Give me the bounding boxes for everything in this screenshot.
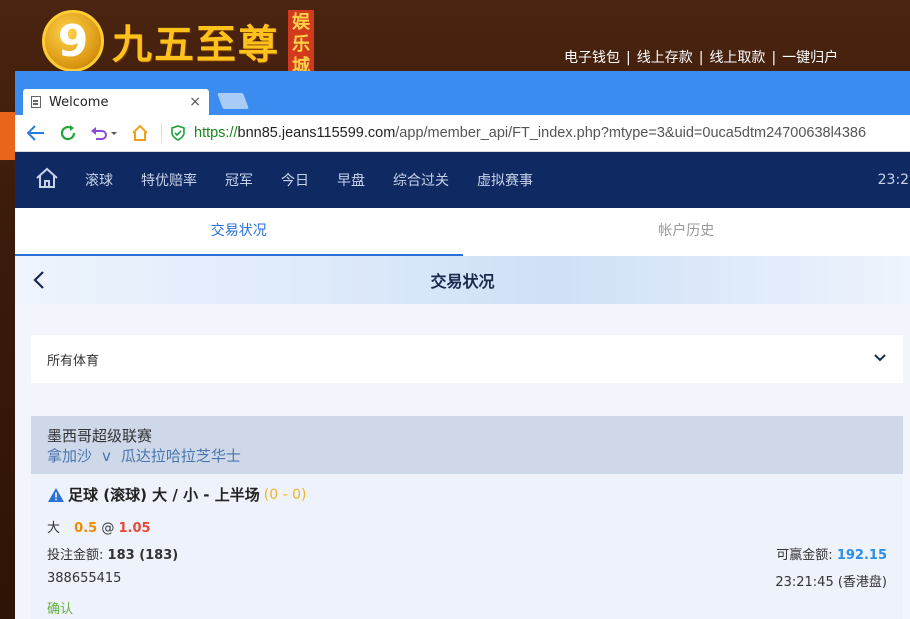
home-icon[interactable] xyxy=(129,122,151,144)
logo-mark: 9 xyxy=(42,10,104,72)
nav-item-early[interactable]: 早盘 xyxy=(337,170,365,190)
link-wallet[interactable]: 电子钱包 xyxy=(564,50,620,66)
url-host: bnn85.jeans115599.com xyxy=(237,125,396,141)
document-icon xyxy=(31,96,41,108)
chevron-down-icon xyxy=(873,352,887,367)
market-label: 足球 (滚球) 大 / 小 - 上半场 xyxy=(68,486,260,504)
nav-item-champion[interactable]: 冠军 xyxy=(225,170,253,190)
sport-filter-select[interactable]: 所有体育 xyxy=(31,335,903,383)
link-withdraw[interactable]: 线上取款 xyxy=(709,50,765,66)
shield-icon[interactable] xyxy=(170,125,186,141)
separator: | xyxy=(626,50,631,66)
logo-side-text: 娱乐城 xyxy=(288,10,314,72)
vs-label: v xyxy=(102,447,111,465)
stake-value: 183 (183) xyxy=(107,548,179,563)
match-teams: 拿加沙 v 瓜达拉哈拉芝华士 xyxy=(47,446,887,467)
logo-text: 九五至尊 xyxy=(112,21,280,68)
main-nav: 滚球 特优赔率 冠军 今日 早盘 综合过关 虚拟赛事 23:22 xyxy=(15,152,910,208)
background-accent xyxy=(0,112,15,160)
separator: | xyxy=(698,50,704,66)
win-label: 可赢金额: xyxy=(776,548,833,563)
top-links: 电子钱包 | 线上存款 | 线上取款 | 一键归户 xyxy=(564,47,838,67)
nav-item-parlay[interactable]: 综合过关 xyxy=(393,170,449,190)
home-team: 拿加沙 xyxy=(47,447,93,465)
page-header: 交易状况 xyxy=(15,256,910,304)
nav-item-live[interactable]: 滚球 xyxy=(85,170,113,190)
status-badge: 确认 xyxy=(47,602,74,617)
filter-value: 所有体育 xyxy=(47,353,100,369)
browser-window: Welcome × https://bnn85.jeans115599.com/… xyxy=(15,71,910,619)
url-path: /app/member_api/FT_index.php?mtype=3&uid… xyxy=(395,125,867,141)
bet-time: 23:21:45 (香港盘) xyxy=(775,575,887,590)
chevron-left-icon[interactable] xyxy=(33,270,45,294)
url-scheme: https:// xyxy=(194,125,238,141)
site-logo[interactable]: 9 九五至尊 娱乐城 xyxy=(42,10,314,72)
bet-market: 足球 (滚球) 大 / 小 - 上半场 (0 - 0) xyxy=(47,484,887,505)
sub-tabs: 交易状况 帐户历史 xyxy=(15,208,910,256)
league-header: 墨西哥超级联赛 拿加沙 v 瓜达拉哈拉芝华士 xyxy=(31,416,903,474)
url-field[interactable]: https://bnn85.jeans115599.com/app/member… xyxy=(194,125,866,141)
tab-bar: Welcome × xyxy=(15,71,910,115)
match-score: (0 - 0) xyxy=(263,486,307,503)
tab-account-history[interactable]: 帐户历史 xyxy=(463,208,910,256)
tab-transactions[interactable]: 交易状况 xyxy=(15,208,463,256)
nav-item-virtual[interactable]: 虚拟赛事 xyxy=(477,170,533,190)
bet-card: 足球 (滚球) 大 / 小 - 上半场 (0 - 0) 大 0.5 @ 1.05… xyxy=(31,474,903,619)
address-bar: https://bnn85.jeans115599.com/app/member… xyxy=(15,115,910,152)
handicap-line: 0.5 xyxy=(74,521,98,536)
nav-item-today[interactable]: 今日 xyxy=(281,170,309,190)
selection-label: 大 xyxy=(47,521,61,536)
league-name: 墨西哥超级联赛 xyxy=(47,427,153,445)
win-value: 192.15 xyxy=(836,548,887,563)
stake-label: 投注金额: xyxy=(47,548,104,563)
home-nav-icon[interactable] xyxy=(35,166,61,194)
tab-title: Welcome xyxy=(49,94,109,110)
nav-item-special-odds[interactable]: 特优赔率 xyxy=(141,170,197,190)
close-icon[interactable]: × xyxy=(189,94,201,110)
page-title: 交易状况 xyxy=(430,272,495,291)
undo-icon[interactable] xyxy=(89,122,119,144)
odds-value: 1.05 xyxy=(118,521,151,536)
divider xyxy=(161,123,162,143)
back-arrow-icon[interactable] xyxy=(25,122,47,144)
browser-tab[interactable]: Welcome × xyxy=(23,89,209,115)
away-team: 瓜达拉哈拉芝华士 xyxy=(120,447,241,465)
new-tab-button[interactable] xyxy=(217,93,249,109)
separator: | xyxy=(771,50,777,66)
link-deposit[interactable]: 线上存款 xyxy=(637,50,693,66)
bet-selection: 大 0.5 @ 1.05 xyxy=(47,517,887,536)
at-sign: @ xyxy=(101,521,115,536)
warning-icon xyxy=(48,487,64,502)
stake-row: 投注金额: 183 (183) 可赢金额: 192.15 xyxy=(47,544,887,563)
reload-icon[interactable] xyxy=(57,122,79,144)
clock: 23:22 xyxy=(877,172,910,188)
ticket-row: 388655415 23:21:45 (香港盘) xyxy=(47,571,887,590)
ticket-id: 388655415 xyxy=(47,571,122,586)
link-consolidate[interactable]: 一键归户 xyxy=(782,50,838,66)
